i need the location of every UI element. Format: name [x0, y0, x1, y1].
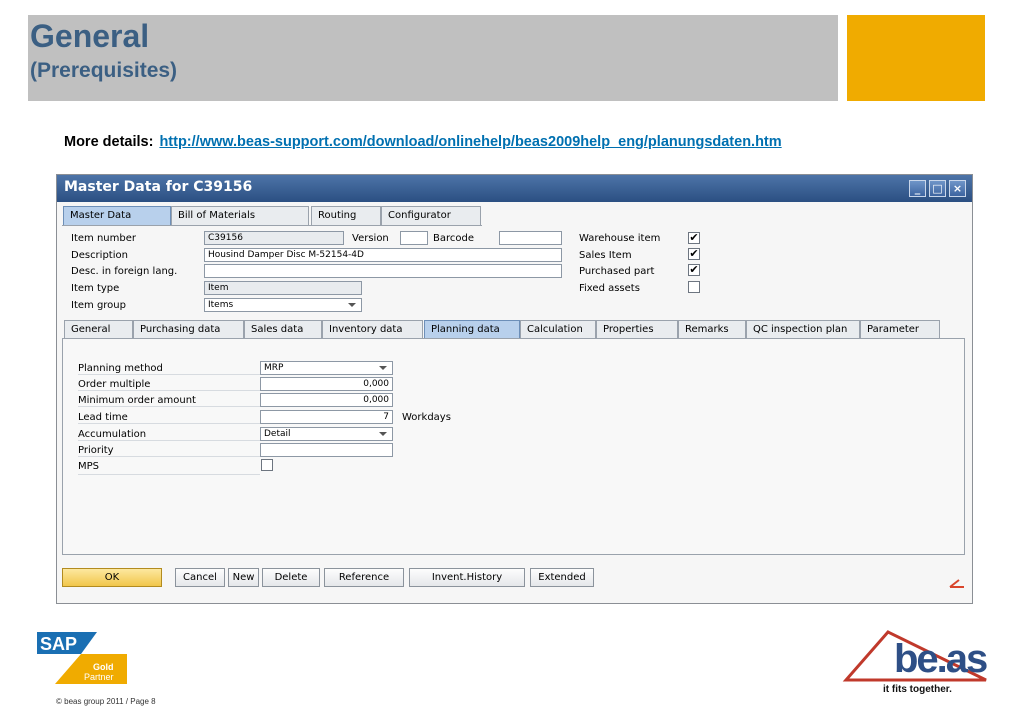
- tab-parameter[interactable]: Parameter: [860, 320, 940, 339]
- more-details-label: More details:: [64, 134, 154, 150]
- mps-checkbox[interactable]: [261, 459, 273, 471]
- new-button[interactable]: New: [228, 568, 259, 587]
- version-field[interactable]: [400, 231, 428, 245]
- item-group-label: Item group: [71, 300, 126, 311]
- lead-time-unit: Workdays: [402, 412, 451, 423]
- more-details-link[interactable]: http://www.beas-support.com/download/onl…: [159, 134, 781, 150]
- description-label: Description: [71, 250, 128, 261]
- row-divider: [78, 456, 260, 457]
- slide-title: General: [30, 18, 150, 54]
- invent-history-button[interactable]: Invent.History: [409, 568, 525, 587]
- lead-time-field[interactable]: 7: [260, 410, 393, 424]
- reference-button[interactable]: Reference: [324, 568, 404, 587]
- sap-partner-text: Partner: [84, 672, 114, 682]
- tab-properties[interactable]: Properties: [596, 320, 678, 339]
- cancel-button[interactable]: Cancel: [175, 568, 225, 587]
- more-details: More details: http://www.beas-support.com…: [64, 134, 782, 150]
- foreign-description-field[interactable]: [204, 264, 562, 278]
- fixed-assets-checkbox[interactable]: [688, 281, 700, 293]
- resize-grip-icon[interactable]: [948, 578, 966, 590]
- planning-method-value: MRP: [264, 363, 284, 373]
- minimum-order-amount-field[interactable]: 0,000: [260, 393, 393, 407]
- beas-logo: be.as: [894, 637, 988, 681]
- tab-purchasing-data[interactable]: Purchasing data: [133, 320, 244, 339]
- purchased-part-label: Purchased part: [579, 266, 655, 277]
- description-field[interactable]: Housind Damper Disc M-52154-4D: [204, 248, 562, 262]
- planning-data-panel: [62, 338, 965, 555]
- close-icon[interactable]: ×: [949, 180, 966, 197]
- header-accent-block: [847, 15, 985, 101]
- item-type-label: Item type: [71, 283, 120, 294]
- tab-planning-data[interactable]: Planning data: [424, 320, 520, 339]
- tab-inventory-data[interactable]: Inventory data: [322, 320, 423, 339]
- window-titlebar: Master Data for C39156 _ □ ×: [57, 175, 972, 202]
- chevron-down-icon: [379, 432, 387, 436]
- tab-calculation[interactable]: Calculation: [520, 320, 596, 339]
- mps-label: MPS: [78, 461, 100, 472]
- item-number-label: Item number: [71, 233, 136, 244]
- tab-qc-inspection-plan[interactable]: QC inspection plan: [746, 320, 860, 339]
- order-multiple-field[interactable]: 0,000: [260, 377, 393, 391]
- row-divider: [78, 440, 260, 441]
- sales-item-checkbox[interactable]: ✔: [688, 248, 700, 260]
- row-divider: [78, 474, 260, 475]
- beas-tagline: it fits together.: [883, 684, 952, 695]
- sales-item-label: Sales Item: [579, 250, 632, 261]
- barcode-label: Barcode: [433, 233, 474, 244]
- chevron-down-icon: [379, 366, 387, 370]
- row-divider: [78, 390, 260, 391]
- row-divider: [78, 423, 260, 424]
- planning-method-select[interactable]: MRP: [260, 361, 393, 375]
- tab-master-data[interactable]: Master Data: [63, 206, 171, 225]
- foreign-description-label: Desc. in foreign lang.: [71, 266, 178, 277]
- row-divider: [78, 374, 260, 375]
- item-group-select[interactable]: Items: [204, 298, 362, 312]
- item-number-field[interactable]: C39156: [204, 231, 344, 245]
- barcode-field[interactable]: [499, 231, 562, 245]
- tab-bill-of-materials[interactable]: Bill of Materials: [171, 206, 309, 225]
- minimize-icon[interactable]: _: [909, 180, 926, 197]
- version-label: Version: [352, 233, 389, 244]
- accumulation-value: Detail: [264, 429, 291, 439]
- tab-routing[interactable]: Routing: [311, 206, 381, 225]
- footer-copyright: © beas group 2011 / Page 8: [56, 697, 156, 706]
- item-type-field[interactable]: Item: [204, 281, 362, 295]
- sap-logo-text: SAP: [40, 634, 77, 654]
- tab-configurator[interactable]: Configurator: [381, 206, 481, 225]
- tab-sales-data[interactable]: Sales data: [244, 320, 322, 339]
- sap-gold-text: Gold: [93, 662, 114, 672]
- tab-remarks[interactable]: Remarks: [678, 320, 746, 339]
- warehouse-item-checkbox[interactable]: ✔: [688, 232, 700, 244]
- slide-subtitle: (Prerequisites): [30, 59, 178, 82]
- purchased-part-checkbox[interactable]: ✔: [688, 264, 700, 276]
- accumulation-select[interactable]: Detail: [260, 427, 393, 441]
- tab-general[interactable]: General: [64, 320, 133, 339]
- row-divider: [78, 406, 260, 407]
- chevron-down-icon: [348, 303, 356, 307]
- priority-field[interactable]: [260, 443, 393, 457]
- window-title: Master Data for C39156: [64, 179, 253, 195]
- maximize-icon[interactable]: □: [929, 180, 946, 197]
- item-group-value: Items: [208, 300, 234, 310]
- warehouse-item-label: Warehouse item: [579, 233, 661, 244]
- tab-baseline: [62, 225, 482, 226]
- sap-gold-partner-logo: SAP Gold Partner: [37, 632, 137, 691]
- ok-button[interactable]: OK: [62, 568, 162, 587]
- extended-button[interactable]: Extended: [530, 568, 594, 587]
- fixed-assets-label: Fixed assets: [579, 283, 640, 294]
- delete-button[interactable]: Delete: [262, 568, 320, 587]
